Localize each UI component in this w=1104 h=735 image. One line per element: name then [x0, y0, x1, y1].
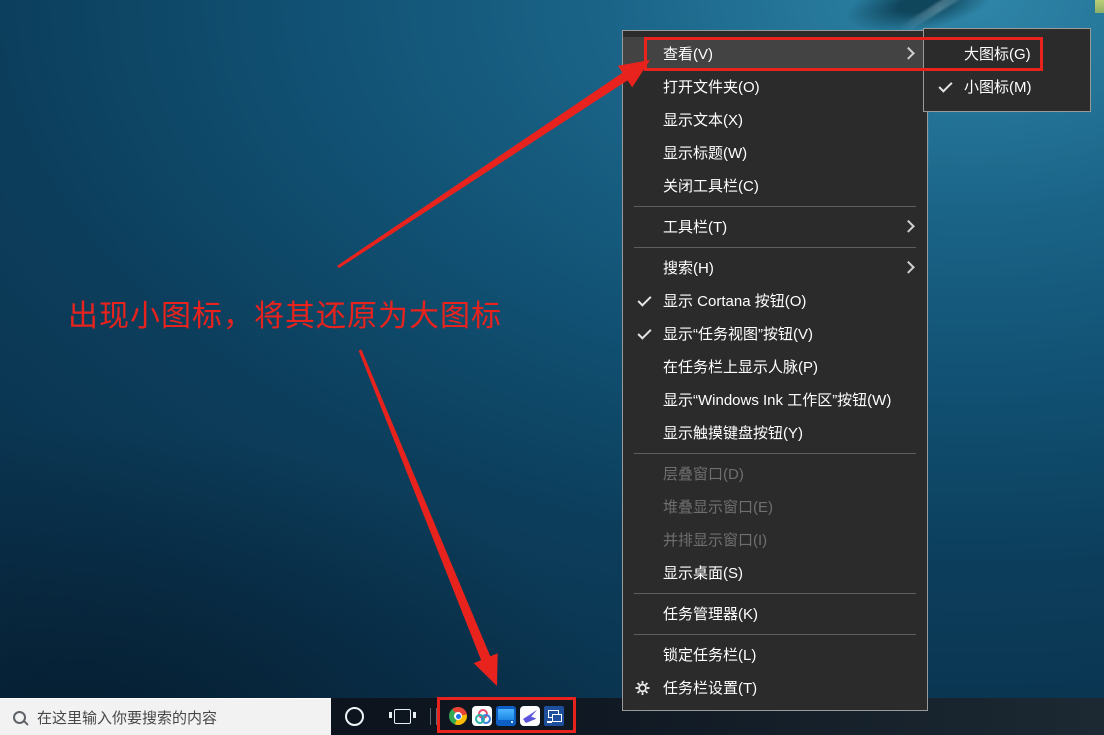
context-menu-item-show-title[interactable]: 显示标题(W) [623, 136, 927, 169]
context-menu-item-label: 工具栏(T) [663, 216, 727, 237]
context-menu-item-open-folder[interactable]: 打开文件夹(O) [623, 70, 927, 103]
context-menu-item-label: 打开文件夹(O) [663, 76, 760, 97]
menu-separator [634, 206, 916, 207]
context-menu-item-label: 锁定任务栏(L) [663, 644, 756, 665]
context-menu-item-label: 搜索(H) [663, 257, 714, 278]
context-menu-item-label: 显示触摸键盘按钮(Y) [663, 422, 803, 443]
menu-separator [634, 634, 916, 635]
check-icon [938, 78, 952, 92]
context-menu-item-cascade-windows: 层叠窗口(D) [623, 457, 927, 490]
context-menu-item-show-desktop[interactable]: 显示桌面(S) [623, 556, 927, 589]
context-menu-item-close-toolbar[interactable]: 关闭工具栏(C) [623, 169, 927, 202]
annotation-note: 出现小图标，将其还原为大图标 [68, 291, 502, 335]
task-view-icon[interactable] [394, 709, 411, 724]
highlight-box-view-menu [644, 37, 1043, 71]
context-menu-item-label: 层叠窗口(D) [663, 463, 744, 484]
highlight-box-tray-icons [437, 697, 576, 733]
context-menu-item-show-touch-keyboard[interactable]: 显示触摸键盘按钮(Y) [623, 416, 927, 449]
context-menu-item-side-by-side-windows: 并排显示窗口(I) [623, 523, 927, 556]
context-menu-item-label: 显示“Windows Ink 工作区”按钮(W) [663, 389, 891, 410]
context-menu-item-lock-taskbar[interactable]: 锁定任务栏(L) [623, 638, 927, 671]
context-menu-item-label: 在任务栏上显示人脉(P) [663, 356, 818, 377]
context-menu-item-show-task-view-button[interactable]: 显示“任务视图”按钮(V) [623, 317, 927, 350]
search-placeholder: 在这里输入你要搜索的内容 [37, 707, 217, 728]
menu-separator [634, 247, 916, 248]
taskbar-context-menu: 查看(V)打开文件夹(O)显示文本(X)显示标题(W)关闭工具栏(C)工具栏(T… [622, 30, 928, 711]
context-menu-item-label: 任务栏设置(T) [663, 677, 757, 698]
menu-separator [634, 453, 916, 454]
check-icon [637, 292, 651, 306]
context-menu-item-task-manager[interactable]: 任务管理器(K) [623, 597, 927, 630]
context-menu-item-label: 显示桌面(S) [663, 562, 743, 583]
gear-icon [635, 680, 650, 695]
wallpaper-corner-highlight [1095, 0, 1104, 13]
context-menu-item-show-people[interactable]: 在任务栏上显示人脉(P) [623, 350, 927, 383]
context-menu-item-label: 堆叠显示窗口(E) [663, 496, 773, 517]
submenu-arrow-icon [902, 219, 915, 232]
toolbar-grip[interactable] [430, 708, 437, 725]
context-menu-item-label: 显示标题(W) [663, 142, 747, 163]
search-input[interactable]: 在这里输入你要搜索的内容 [0, 698, 331, 735]
context-menu-item-show-text[interactable]: 显示文本(X) [623, 103, 927, 136]
context-menu-item-show-cortana-button[interactable]: 显示 Cortana 按钮(O) [623, 284, 927, 317]
context-menu-item-label: 显示文本(X) [663, 109, 743, 130]
context-menu-item-taskbar-settings[interactable]: 任务栏设置(T) [623, 671, 927, 704]
context-menu-item-search[interactable]: 搜索(H) [623, 251, 927, 284]
view-submenu-item-label: 小图标(M) [964, 76, 1032, 97]
menu-separator [634, 593, 916, 594]
check-icon [637, 325, 651, 339]
context-menu-item-label: 关闭工具栏(C) [663, 175, 759, 196]
context-menu-item-stacked-windows: 堆叠显示窗口(E) [623, 490, 927, 523]
cortana-icon[interactable] [345, 707, 364, 726]
context-menu-item-show-windows-ink[interactable]: 显示“Windows Ink 工作区”按钮(W) [623, 383, 927, 416]
context-menu-item-label: 显示“任务视图”按钮(V) [663, 323, 813, 344]
context-menu-item-toolbars[interactable]: 工具栏(T) [623, 210, 927, 243]
context-menu-item-label: 并排显示窗口(I) [663, 529, 767, 550]
search-icon [13, 711, 26, 724]
desktop: 在这里输入你要搜索的内容 [0, 0, 1104, 735]
context-menu-item-label: 显示 Cortana 按钮(O) [663, 290, 806, 311]
view-submenu-item-small-icons[interactable]: 小图标(M) [924, 70, 1090, 103]
submenu-arrow-icon [902, 260, 915, 273]
context-menu-item-label: 任务管理器(K) [663, 603, 758, 624]
